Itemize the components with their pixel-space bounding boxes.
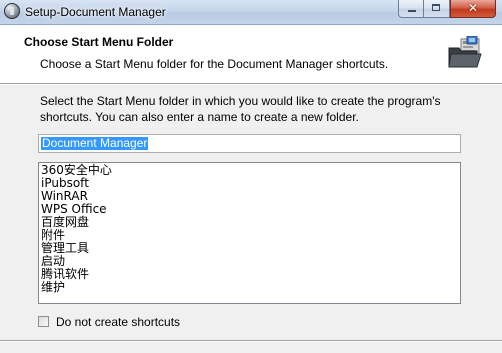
header-divider [0,84,502,85]
maximize-button[interactable] [424,0,450,18]
folder-name-input[interactable]: Document Manager [38,134,461,153]
page-title: Choose Start Menu Folder [24,35,174,49]
minimize-button[interactable] [398,0,424,18]
page-subtitle: Choose a Start Menu folder for the Docum… [40,57,389,71]
installer-window: Setup-Document Manager ✕ Choose Start Me… [0,0,502,353]
no-shortcuts-checkbox[interactable] [38,316,49,327]
setup-app-icon [4,3,20,19]
folder-list[interactable]: 360安全中心 iPubsoft WinRAR WPS Office 百度网盘 … [38,162,461,304]
footer-divider-highlight [0,341,502,342]
list-item[interactable]: 维护 [41,281,65,294]
start-menu-folder-icon [448,36,482,68]
wizard-header: Choose Start Menu Folder Choose a Start … [0,25,502,84]
no-shortcuts-label[interactable]: Do not create shortcuts [56,315,180,329]
close-icon: ✕ [467,1,479,15]
minimize-icon [408,10,416,12]
maximize-icon [432,4,440,11]
instructions-text: Select the Start Menu folder in which yo… [40,94,441,124]
close-button[interactable]: ✕ [450,0,496,18]
title-bar[interactable]: Setup-Document Manager ✕ [0,0,502,25]
folder-name-value[interactable]: Document Manager [41,137,149,150]
window-title: Setup-Document Manager [25,5,166,19]
